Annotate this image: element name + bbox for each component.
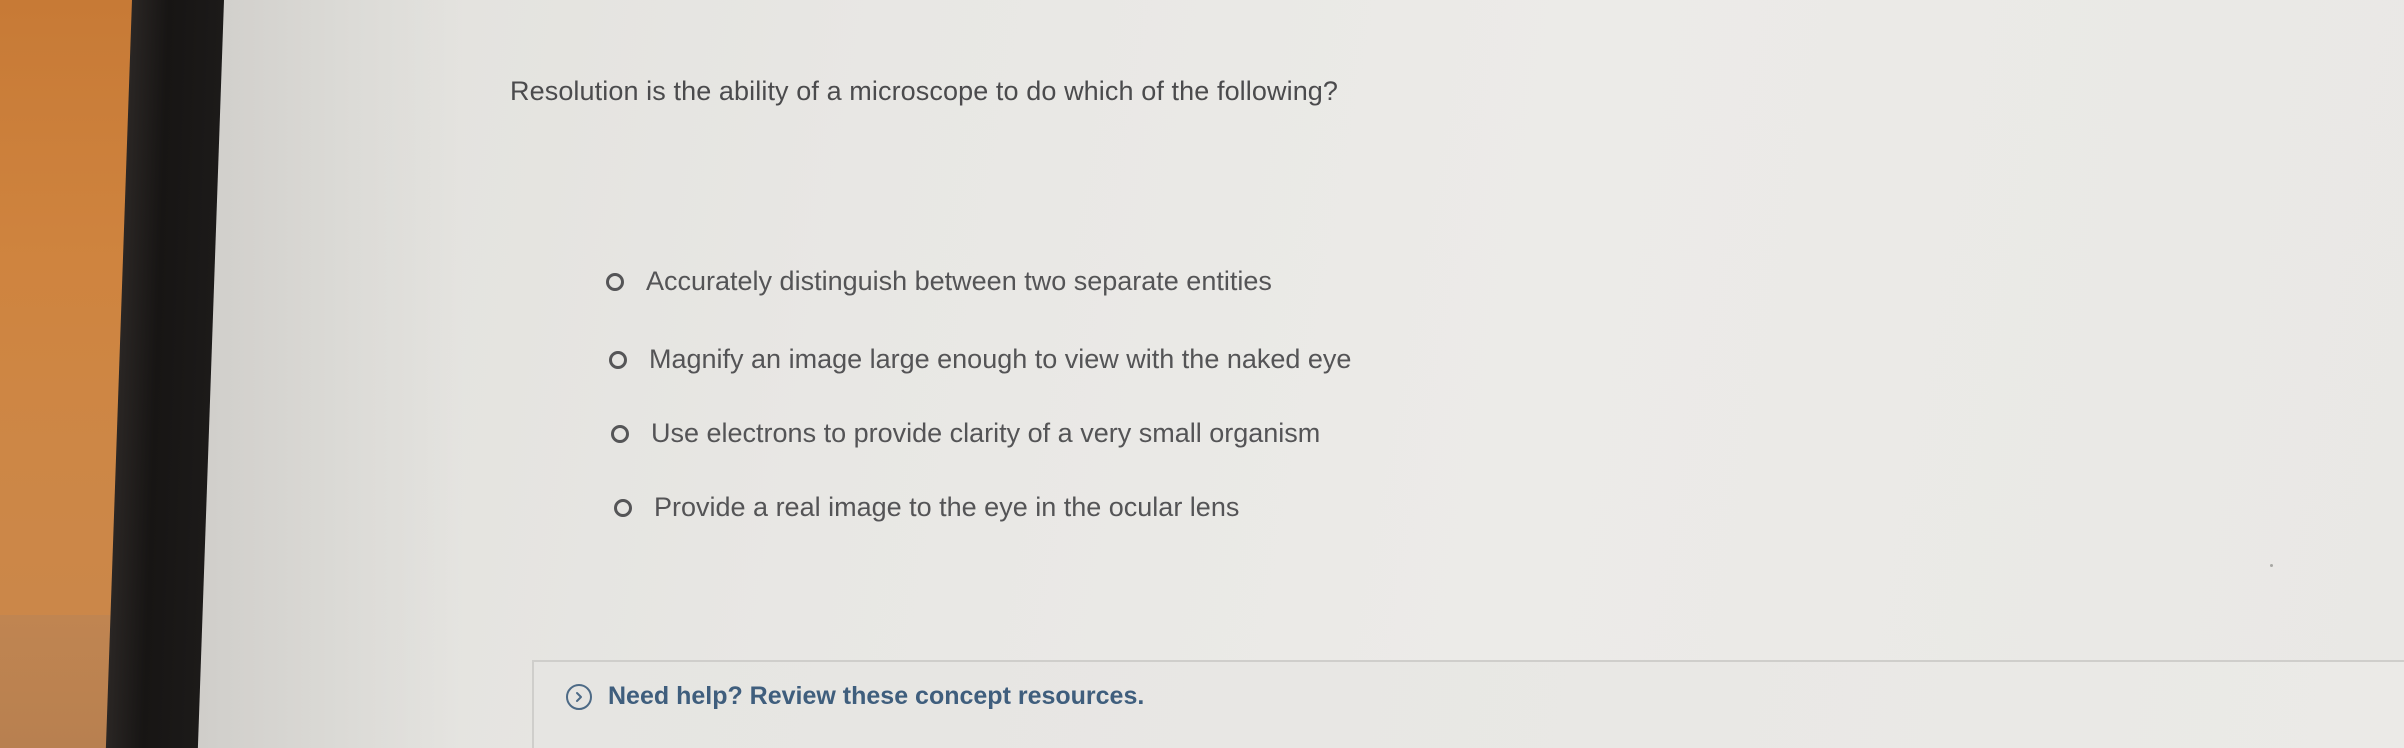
- answer-option-label: Accurately distinguish between two separ…: [646, 266, 1272, 296]
- help-link-label: Need help? Review these concept resource…: [608, 682, 1145, 710]
- answer-option-3[interactable]: Use electrons to provide clarity of a ve…: [611, 418, 1320, 449]
- screen-left-panel: [188, 0, 463, 748]
- answer-option-label: Magnify an image large enough to view wi…: [649, 344, 1352, 374]
- radio-button[interactable]: [611, 424, 629, 443]
- answer-option-4[interactable]: Provide a real image to the eye in the o…: [614, 492, 1239, 523]
- answer-option-2[interactable]: Magnify an image large enough to view wi…: [609, 344, 1351, 375]
- radio-button[interactable]: [609, 350, 627, 369]
- screen-speck: [2270, 564, 2273, 567]
- question-text: Resolution is the ability of a microscop…: [510, 76, 1339, 106]
- radio-button[interactable]: [614, 498, 632, 517]
- photo-scene: Resolution is the ability of a microscop…: [0, 0, 2404, 748]
- chevron-right-circle-icon: [566, 683, 592, 710]
- concept-resources-link[interactable]: Need help? Review these concept resource…: [566, 682, 1144, 711]
- answer-option-1[interactable]: Accurately distinguish between two separ…: [606, 266, 1272, 297]
- answer-option-label: Use electrons to provide clarity of a ve…: [651, 418, 1321, 448]
- answer-option-label: Provide a real image to the eye in the o…: [654, 492, 1240, 522]
- radio-button[interactable]: [606, 272, 624, 291]
